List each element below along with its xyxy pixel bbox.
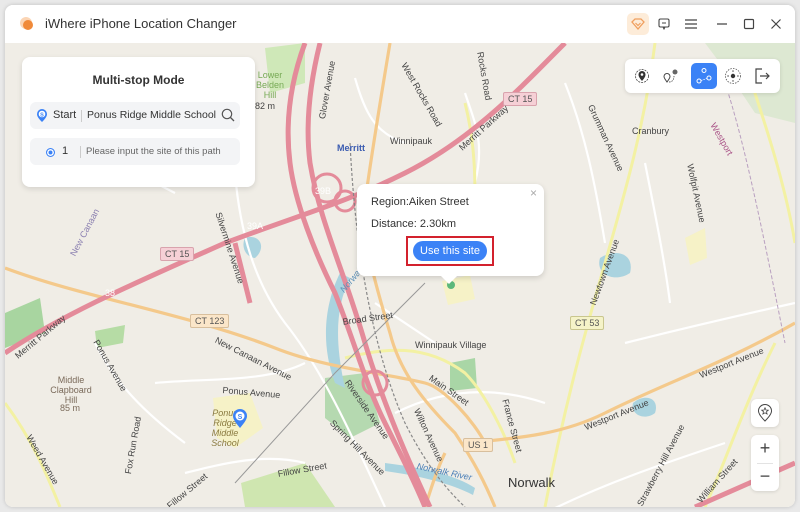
exit-icon (755, 68, 770, 84)
popup-region: Region:Aiken Street (371, 196, 469, 208)
gift-button[interactable] (627, 13, 649, 35)
zoom-out-button[interactable]: − (751, 463, 779, 490)
popup-distance: Distance: 2.30km (371, 218, 456, 230)
location-pin-icon (635, 69, 649, 83)
label-exit-38: 38 (105, 288, 116, 298)
label-middle-clapboard-elev: 85 m (60, 403, 81, 413)
joystick-mode-button[interactable] (720, 63, 746, 89)
divider (80, 146, 81, 158)
feedback-button[interactable] (653, 13, 675, 35)
multi-stop-route-icon (696, 68, 712, 84)
feedback-icon (658, 18, 670, 30)
label-lower-belden-hill: Lower Belden Hill (255, 70, 285, 100)
app-title: iWhere iPhone Location Changer (45, 16, 237, 31)
multi-stop-mode-button[interactable] (691, 63, 717, 89)
label-merritt: Merritt (337, 143, 366, 153)
stop-dot-icon (46, 148, 55, 157)
label-lower-belden-elev: 82 m (255, 101, 276, 111)
stop-row[interactable]: 1 (30, 138, 240, 165)
minimize-button[interactable] (711, 13, 733, 35)
app-logo-icon (20, 17, 33, 30)
divider (81, 110, 82, 122)
label-norwalk: Norwalk (508, 475, 555, 490)
label-cranbury: Cranbury (632, 126, 670, 136)
start-location-value[interactable]: Ponus Ridge Middle School (87, 109, 216, 121)
menu-button[interactable] (680, 13, 702, 35)
minimize-icon (717, 23, 727, 25)
shield-ct53: CT 53 (570, 316, 605, 330)
stop-number: 1 (62, 145, 69, 157)
favorite-location-icon (757, 404, 773, 422)
label-winnipauk: Winnipauk (390, 136, 433, 146)
teleport-mode-button[interactable] (629, 63, 655, 89)
shield-us1: US 1 (463, 438, 494, 452)
label-winnipauk-village: Winnipauk Village (415, 340, 487, 350)
gift-icon (631, 18, 645, 30)
boundary-line (724, 82, 786, 344)
app-window: iWhere iPhone Location Changer Lower Bel… (5, 5, 795, 507)
start-pin-icon: S (37, 109, 47, 122)
mode-toolbar (625, 59, 780, 93)
maximize-button[interactable] (738, 13, 760, 35)
label-middle-clapboard-hill: Middle Clapboard Hill (50, 375, 92, 405)
maximize-icon (743, 18, 755, 30)
search-icon[interactable] (221, 108, 235, 122)
shield-ct123: CT 123 (190, 314, 230, 328)
shield-ct15-top: CT 15 (503, 92, 538, 106)
svg-text:S: S (40, 112, 44, 118)
shield-ct15-left: CT 15 (160, 247, 195, 261)
start-label: Start (53, 109, 77, 121)
popup-close-button[interactable]: × (530, 186, 537, 200)
label-exit-398: 39B (315, 186, 332, 196)
close-icon (771, 19, 781, 29)
school-area (685, 228, 707, 265)
site-info-popup: × Region:Aiken Street Distance: 2.30km U… (357, 184, 544, 284)
zoom-in-button[interactable]: + (751, 435, 779, 462)
start-location-marker[interactable]: S (232, 409, 248, 429)
one-stop-mode-button[interactable] (658, 63, 684, 89)
stop-site-input[interactable] (86, 143, 236, 159)
exit-mode-button[interactable] (749, 63, 775, 89)
close-button[interactable] (765, 13, 787, 35)
title-bar: iWhere iPhone Location Changer (5, 5, 795, 43)
one-stop-route-icon (663, 69, 678, 83)
panel-title: Multi-stop Mode (92, 73, 185, 87)
zoom-controls: + − (751, 435, 779, 491)
park-area (450, 358, 477, 391)
map-canvas[interactable]: Lower Belden Hill 82 m West Rocks Road R… (5, 43, 795, 507)
use-this-site-button[interactable]: Use this site (413, 241, 487, 261)
start-row[interactable]: S Start Ponus Ridge Middle School (30, 102, 240, 129)
joystick-icon (725, 68, 741, 84)
favorites-button[interactable] (751, 399, 779, 427)
svg-text:S: S (238, 414, 243, 421)
multi-stop-panel: Multi-stop Mode S Start Ponus Ridge Midd… (22, 57, 255, 187)
menu-icon (685, 19, 697, 29)
label-exit-394: 39A (247, 221, 264, 231)
